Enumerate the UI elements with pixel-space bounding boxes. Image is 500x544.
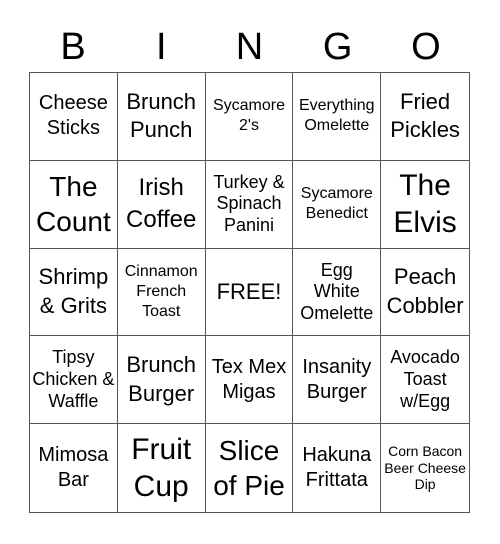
bingo-cell[interactable]: Avocado Toast w/Egg [381, 336, 469, 425]
bingo-cell[interactable]: Shrimp & Grits [30, 248, 118, 337]
bingo-cell[interactable]: Hakuna Frittata [293, 424, 382, 512]
header-letter-g: G [322, 26, 353, 68]
bingo-cell[interactable]: Cinnamon French Toast [117, 248, 206, 337]
bingo-cell[interactable]: Tex Mex Migas [205, 336, 294, 425]
bingo-cell[interactable]: Corn Bacon Beer Cheese Dip [381, 424, 469, 512]
header-letter-o: O [411, 26, 441, 68]
free-space[interactable]: FREE! [205, 248, 294, 337]
bingo-header: B I N G O [29, 22, 470, 72]
bingo-cell[interactable]: Irish Coffee [117, 160, 206, 249]
bingo-cell[interactable]: The Elvis [381, 161, 469, 249]
bingo-cell[interactable]: Cheese Sticks [30, 73, 118, 161]
bingo-cell[interactable]: Sycamore 2's [205, 73, 294, 161]
bingo-cell[interactable]: Mimosa Bar [30, 424, 118, 512]
bingo-cell[interactable]: The Count [30, 160, 118, 249]
bingo-cell[interactable]: Tipsy Chicken & Waffle [30, 336, 118, 425]
bingo-cell[interactable]: Slice of Pie [206, 424, 294, 512]
bingo-cell[interactable]: Fruit Cup [118, 424, 206, 512]
bingo-cell[interactable]: Everything Omelette [293, 73, 382, 161]
bingo-cell[interactable]: Fried Pickles [381, 73, 469, 161]
header-letter-i: I [156, 26, 167, 68]
bingo-cell[interactable]: Sycamore Benedict [293, 160, 382, 249]
header-letter-n: N [235, 26, 264, 68]
bingo-grid: Cheese Sticks Brunch Punch Sycamore 2's … [29, 72, 470, 513]
bingo-cell[interactable]: Insanity Burger [293, 336, 382, 425]
bingo-cell[interactable]: Peach Cobbler [381, 249, 469, 337]
bingo-cell[interactable]: Brunch Punch [117, 73, 206, 161]
bingo-cell[interactable]: Brunch Burger [117, 336, 206, 425]
bingo-cell[interactable]: Egg White Omelette [293, 248, 382, 337]
header-letter-b: B [60, 26, 86, 68]
bingo-cell[interactable]: Turkey & Spinach Panini [205, 160, 294, 249]
